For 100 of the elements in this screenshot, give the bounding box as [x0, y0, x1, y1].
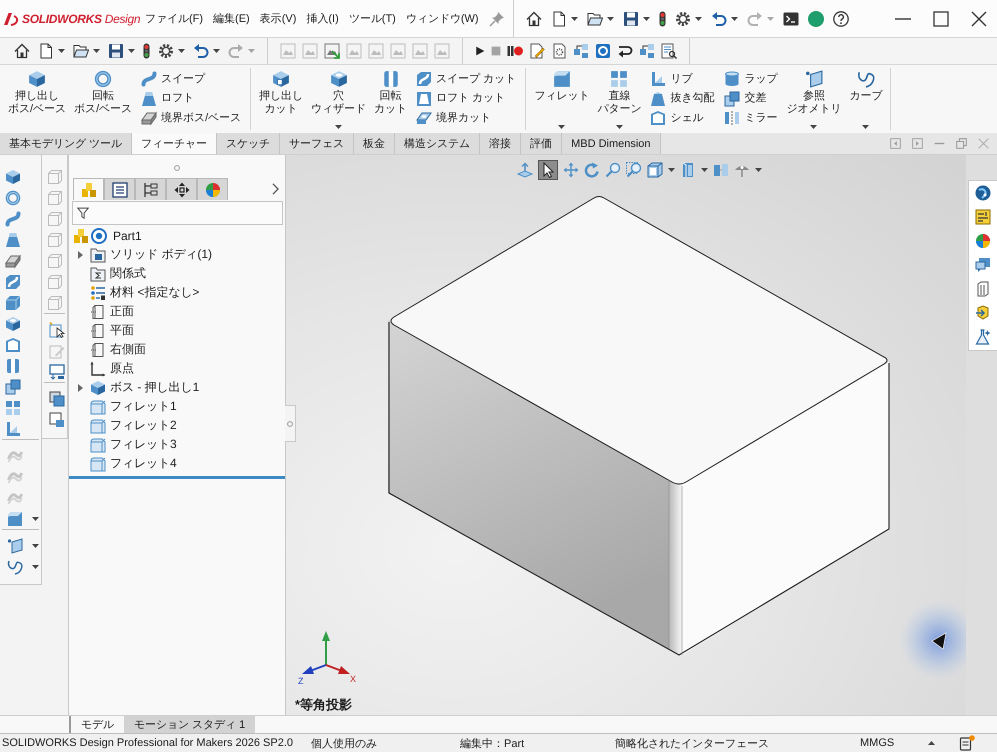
record-icon[interactable]	[507, 43, 523, 59]
zoom-area-icon[interactable]	[626, 162, 642, 178]
page-gear-icon[interactable]	[551, 43, 567, 59]
bottom-tab[interactable]: モーション スタディ 1	[124, 716, 256, 733]
caret-icon[interactable]	[32, 516, 39, 520]
ribbon-tab[interactable]: 基本モデリング ツール	[0, 133, 132, 154]
tree-item[interactable]: 関係式	[69, 264, 285, 283]
page-badge-icon[interactable]	[49, 412, 65, 428]
shaded-box-icon[interactable]	[680, 162, 696, 178]
page-pencil-icon[interactable]	[529, 43, 545, 59]
caret-icon[interactable]	[606, 16, 614, 20]
menu-item[interactable]: ファイル(F)	[145, 11, 204, 26]
ring-badge-icon[interactable]	[595, 43, 611, 59]
curve-line-icon[interactable]	[7, 558, 23, 574]
caret-icon[interactable]	[93, 49, 100, 53]
tree-item[interactable]: フィレット1	[69, 397, 285, 416]
overlapping-squares-icon[interactable]	[5, 378, 21, 394]
caret-up-icon[interactable]	[928, 741, 935, 745]
caret-icon[interactable]	[668, 168, 675, 172]
expand-arrow-icon[interactable]	[78, 384, 83, 392]
ribbon-command-button[interactable]: ロフト カット	[416, 90, 516, 106]
notification-icon[interactable]	[959, 735, 975, 751]
cursor-frame-icon[interactable]	[49, 322, 65, 338]
settings-icon[interactable]	[674, 10, 691, 26]
caret-icon[interactable]	[32, 544, 39, 548]
ribbon-command-button[interactable]: リブ	[650, 71, 714, 87]
caret-icon[interactable]	[178, 49, 185, 53]
cube-icon[interactable]	[5, 168, 21, 184]
caret-icon[interactable]	[335, 125, 342, 129]
pointer-icon[interactable]	[538, 160, 558, 180]
panel-tab[interactable]	[104, 178, 135, 200]
ribbon-command-button[interactable]: 境界カット	[416, 110, 516, 126]
caret-icon[interactable]	[213, 49, 220, 53]
arrow-on-plane-icon[interactable]	[517, 162, 533, 178]
tree-item[interactable]: 材料 <指定なし>	[69, 283, 285, 302]
pushpin-icon[interactable]	[488, 10, 505, 26]
tree-item[interactable]: フィレット4	[69, 454, 285, 473]
caret-icon[interactable]	[862, 125, 870, 129]
maximize-icon[interactable]	[933, 10, 949, 26]
tree-item[interactable]: Part1	[69, 226, 285, 245]
grooved-block-icon[interactable]	[5, 274, 21, 290]
ribbon-command-button[interactable]: 回転カット	[370, 68, 412, 130]
ribbon-tab[interactable]: 板金	[354, 133, 396, 154]
tree-item[interactable]: ボス - 押し出し1	[69, 378, 285, 397]
document-icon[interactable]	[550, 10, 567, 26]
chat-windows-icon[interactable]	[975, 257, 991, 273]
ribbon-tab[interactable]: MBD Dimension	[562, 133, 661, 154]
status-text[interactable]: 簡略化されたインターフェース	[615, 736, 860, 750]
pan-arrows-icon[interactable]	[563, 162, 579, 178]
linked-squares-icon[interactable]	[639, 43, 655, 59]
tree-item[interactable]: 平面	[69, 321, 285, 340]
stacked-squares-icon[interactable]	[49, 390, 65, 406]
ribbon-command-button[interactable]: シェル	[650, 110, 714, 126]
chevron-right-icon[interactable]	[272, 182, 279, 194]
caret-icon[interactable]	[616, 125, 623, 129]
open-folder-icon[interactable]	[586, 10, 603, 26]
ribbon-tab[interactable]: 構造システム	[395, 133, 480, 154]
caret-icon[interactable]	[755, 168, 762, 172]
color-ball-icon[interactable]	[975, 233, 991, 249]
filter-field[interactable]	[72, 201, 283, 225]
rounded-block-icon[interactable]	[7, 510, 23, 526]
close-icon[interactable]	[971, 10, 987, 26]
ribbon-tab[interactable]: フィーチャー	[132, 133, 218, 154]
ribbon-command-button[interactable]: フィレット	[530, 68, 594, 130]
plate-icon[interactable]	[5, 252, 21, 268]
flat-block-icon[interactable]	[5, 294, 21, 310]
caret-icon[interactable]	[642, 16, 650, 20]
panel-tab[interactable]	[135, 178, 166, 200]
return-arrow-icon[interactable]	[617, 43, 633, 59]
tree-item[interactable]: 右側面	[69, 340, 285, 359]
units-selector[interactable]: MMGS	[860, 737, 928, 749]
tree-item[interactable]: 正面	[69, 302, 285, 321]
ribbon-command-button[interactable]: 押し出しボス/ベース	[4, 68, 70, 130]
file-stack-icon[interactable]	[975, 281, 991, 297]
user-avatar-icon[interactable]	[808, 10, 824, 26]
ribbon-tab[interactable]: 溶接	[480, 133, 522, 154]
terminal-icon[interactable]	[782, 10, 799, 26]
tapered-block-icon[interactable]	[5, 232, 21, 248]
slotted-block-icon[interactable]	[5, 358, 21, 374]
traffic-light-icon[interactable]	[143, 43, 150, 59]
caret-icon[interactable]	[701, 168, 708, 172]
help-icon[interactable]	[832, 10, 849, 26]
caret-icon[interactable]	[558, 125, 566, 129]
caret-icon[interactable]	[32, 564, 39, 568]
plane-point-icon[interactable]	[7, 538, 23, 554]
rotate-arrow-icon[interactable]	[584, 162, 600, 178]
hollow-box-icon[interactable]	[5, 336, 21, 352]
curved-tube-icon[interactable]	[5, 210, 21, 226]
settings-icon[interactable]	[158, 43, 174, 59]
menu-item[interactable]: 挿入(I)	[306, 11, 339, 26]
menu-item[interactable]: 表示(V)	[260, 11, 296, 26]
ribbon-command-button[interactable]: ラップ	[724, 71, 778, 87]
rib-bracket-icon[interactable]	[5, 420, 21, 436]
globe-icon[interactable]	[975, 185, 991, 201]
ribbon-command-button[interactable]: スイープ カット	[416, 71, 516, 87]
zoom-icon[interactable]	[605, 162, 621, 178]
ribbon-command-button[interactable]: 回転ボス/ベース	[70, 68, 136, 130]
caret-icon[interactable]	[570, 16, 578, 20]
drilled-cube-icon[interactable]	[5, 316, 21, 332]
menu-item[interactable]: ツール(T)	[348, 11, 396, 26]
